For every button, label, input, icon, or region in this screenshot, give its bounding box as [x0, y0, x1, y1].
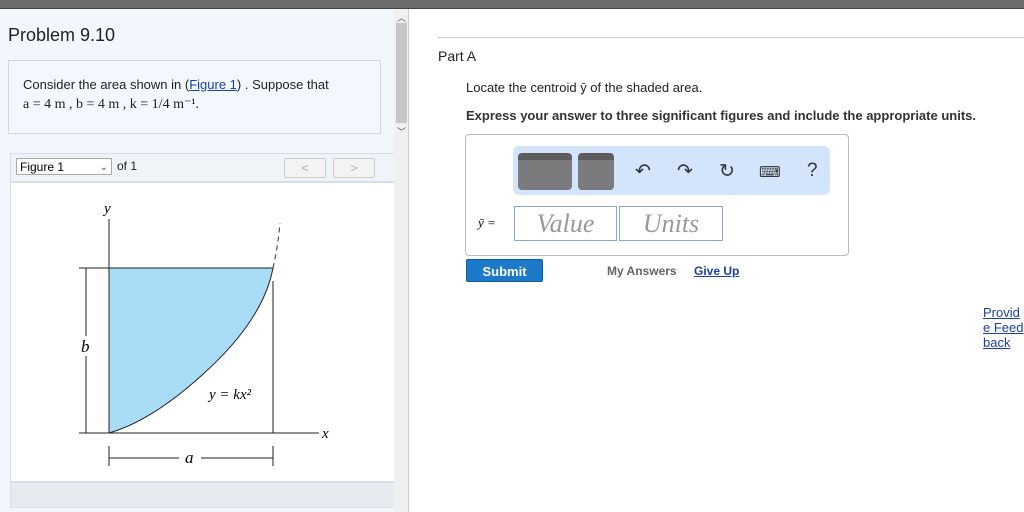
undo-icon[interactable]: ↶	[635, 160, 651, 183]
part-label: Part A	[438, 48, 477, 64]
give-up-link[interactable]: Give Up	[694, 264, 739, 278]
figure-area: y x b a y = kx²	[10, 182, 395, 482]
problem-statement: Consider the area shown in (Figure 1) . …	[8, 60, 381, 134]
top-bar	[0, 0, 1024, 9]
provide-feedback-link[interactable]: Provide Feedback	[983, 305, 1024, 350]
units-icon[interactable]	[578, 153, 614, 190]
question-text: Locate the centroid ȳ of the shaded area…	[466, 80, 703, 95]
next-figure-button[interactable]: >	[333, 158, 375, 178]
reset-icon[interactable]: ↻	[719, 160, 735, 183]
instruction-text: Express your answer to three significant…	[466, 108, 976, 123]
b-label: b	[81, 337, 90, 356]
centroid-figure: y x b a y = kx²	[79, 201, 329, 467]
statement-text-2: ) . Suppose that	[236, 77, 329, 92]
scrollbar[interactable]: ︿ ﹀	[394, 9, 409, 512]
submit-button[interactable]: Submit	[466, 259, 543, 282]
variable-label: ȳ =	[478, 215, 496, 230]
prev-figure-button[interactable]: <	[284, 158, 326, 178]
figure-select-value: Figure 1	[20, 160, 65, 174]
divider	[438, 37, 1024, 38]
units-input[interactable]: Units	[619, 206, 723, 241]
my-answers-link[interactable]: My Answers	[607, 264, 677, 278]
redo-icon[interactable]: ↷	[677, 160, 693, 183]
value-input[interactable]: Value	[514, 206, 617, 241]
curve-label: y = kx²	[207, 387, 252, 403]
answer-box: ↶ ↷ ↻ ⌨ ? ȳ = Value Units	[465, 134, 849, 256]
scroll-thumb[interactable]	[396, 23, 407, 123]
math-toolbar: ↶ ↷ ↻ ⌨ ?	[513, 146, 830, 195]
help-icon[interactable]: ?	[807, 160, 818, 182]
given-values: a = 4 m , b = 4 m , k = 1/4 m⁻¹.	[23, 97, 200, 112]
x-label: x	[321, 426, 329, 442]
figure-count: of 1	[117, 159, 138, 173]
figure-link[interactable]: Figure 1	[189, 77, 237, 92]
statement-text: Consider the area shown in (	[23, 77, 190, 92]
problem-title: Problem 9.10	[8, 25, 116, 45]
figure-footer	[10, 482, 395, 508]
chevron-down-icon: ⌄	[99, 162, 108, 173]
shaded-area	[108, 267, 274, 434]
figure-toolbar: Figure 1 ⌄ of 1 < >	[10, 153, 395, 182]
scroll-down-icon[interactable]: ﹀	[397, 125, 406, 138]
curve-continuation	[272, 222, 281, 269]
templates-icon[interactable]	[518, 153, 572, 190]
figure-select[interactable]: Figure 1 ⌄	[16, 158, 112, 175]
a-label: a	[185, 448, 194, 467]
keyboard-icon[interactable]: ⌨	[759, 163, 781, 181]
y-label: y	[102, 201, 111, 217]
